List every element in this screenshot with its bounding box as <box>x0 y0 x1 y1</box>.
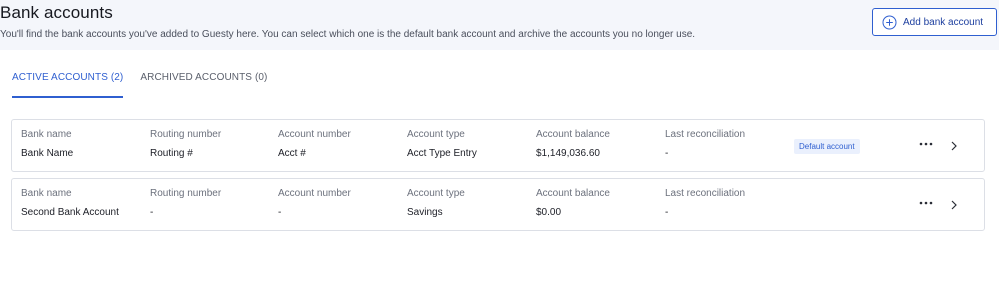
account-tabs: ACTIVE ACCOUNTS (2) ARCHIVED ACCOUNTS (0… <box>12 72 267 98</box>
bank-account-row[interactable]: Bank name Bank Name Routing number Routi… <box>11 119 985 172</box>
last-reconciliation-value: - <box>665 207 669 218</box>
account-type-label: Account type <box>407 188 465 199</box>
account-balance-label: Account balance <box>536 188 610 199</box>
add-bank-account-label: Add bank account <box>903 16 984 28</box>
routing-number-value: - <box>150 207 154 218</box>
bank-account-row[interactable]: Bank name Second Bank Account Routing nu… <box>11 178 985 231</box>
last-reconciliation-cell: Last reconciliation - <box>665 188 745 218</box>
last-reconciliation-label: Last reconciliation <box>665 129 746 140</box>
account-number-label: Account number <box>278 188 351 199</box>
account-balance-value: $0.00 <box>536 207 562 218</box>
routing-number-cell: Routing number Routing # <box>150 129 221 159</box>
routing-number-label: Routing number <box>150 188 222 199</box>
tab-active-accounts[interactable]: ACTIVE ACCOUNTS (2) <box>12 72 124 98</box>
more-horizontal-icon[interactable] <box>918 137 934 151</box>
last-reconciliation-label: Last reconciliation <box>665 188 746 199</box>
bank-name-label: Bank name <box>21 188 72 199</box>
bank-name-value: Bank Name <box>21 148 74 159</box>
routing-number-value: Routing # <box>150 148 193 159</box>
add-bank-account-button[interactable]: Add bank account <box>872 8 997 36</box>
page-subtitle: You'll find the bank accounts you've add… <box>0 29 696 40</box>
page-title: Bank accounts <box>0 3 113 22</box>
plus-circle-icon <box>882 15 897 30</box>
tab-archived-accounts[interactable]: ARCHIVED ACCOUNTS (0) <box>140 72 267 98</box>
account-type-value: Acct Type Entry <box>407 148 477 159</box>
bank-name-cell: Bank name Second Bank Account <box>21 188 119 218</box>
account-type-value: Savings <box>407 207 443 218</box>
last-reconciliation-cell: Last reconciliation - <box>665 129 745 159</box>
account-number-label: Account number <box>278 129 351 140</box>
account-balance-label: Account balance <box>536 129 610 140</box>
account-balance-cell: Account balance $0.00 <box>536 188 610 218</box>
account-number-cell: Account number Acct # <box>278 129 351 159</box>
account-type-label: Account type <box>407 129 465 140</box>
page-header: Bank accounts You'll find the bank accou… <box>0 0 999 50</box>
chevron-right-icon[interactable] <box>949 139 959 151</box>
last-reconciliation-value: - <box>665 148 669 159</box>
account-number-value: Acct # <box>278 148 306 159</box>
more-horizontal-icon[interactable] <box>918 196 934 210</box>
account-number-cell: Account number - <box>278 188 351 218</box>
routing-number-cell: Routing number - <box>150 188 221 218</box>
account-type-cell: Account type Savings <box>407 188 465 218</box>
chevron-right-icon[interactable] <box>949 198 959 210</box>
account-balance-value: $1,149,036.60 <box>536 148 600 159</box>
routing-number-label: Routing number <box>150 129 222 140</box>
bank-name-value: Second Bank Account <box>21 207 119 218</box>
default-account-badge: Default account <box>794 139 860 154</box>
account-type-cell: Account type Acct Type Entry <box>407 129 477 159</box>
bank-name-label: Bank name <box>21 129 72 140</box>
account-balance-cell: Account balance $1,149,036.60 <box>536 129 610 159</box>
account-number-value: - <box>278 207 282 218</box>
bank-name-cell: Bank name Bank Name <box>21 129 73 159</box>
